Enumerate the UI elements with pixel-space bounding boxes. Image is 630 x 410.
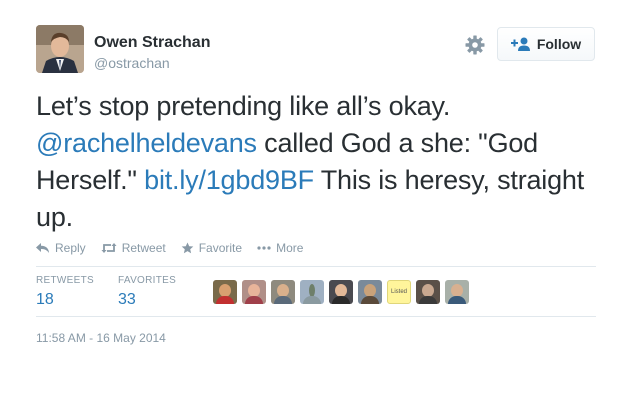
favorites-stat[interactable]: FAVORITES 33 [118,275,176,309]
follow-button-label: Follow [536,36,582,52]
retweet-button[interactable]: Retweet [101,241,166,255]
user-handle[interactable]: @ostrachan [94,55,170,71]
gear-icon[interactable] [464,34,486,56]
favoriter-avatar[interactable] [213,280,237,304]
divider [36,316,596,317]
divider [36,266,596,267]
display-name[interactable]: Owen Strachan [94,34,210,52]
tweet-text-part: Let’s stop pretending like all’s okay. [36,91,451,121]
reply-button[interactable]: Reply [36,241,86,255]
retweets-count[interactable]: 18 [36,291,94,309]
retweets-label: RETWEETS [36,275,94,286]
favoriter-avatar[interactable] [300,280,324,304]
more-button[interactable]: More [257,241,303,255]
reply-label: Reply [55,241,86,255]
favoriter-avatars: Listed [213,280,474,304]
reply-icon [36,243,49,253]
tweet-text: Let’s stop pretending like all’s okay. @… [36,88,596,236]
favoriter-avatar[interactable] [329,280,353,304]
tweet-actions: Reply Retweet Favorite More [36,240,318,256]
listed-label: Listed [390,289,407,295]
retweets-stat[interactable]: RETWEETS 18 [36,275,94,309]
more-icon [257,246,271,250]
url-link[interactable]: bit.ly/1gbd9BF [144,165,314,195]
more-label: More [276,241,304,255]
favorites-count[interactable]: 33 [118,291,176,309]
favoriter-avatar[interactable] [416,280,440,304]
favorites-label: FAVORITES [118,275,177,286]
add-user-icon [510,37,530,51]
avatar[interactable] [36,25,84,73]
star-icon [181,242,194,254]
mention-link[interactable]: @rachelheldevans [36,128,257,158]
retweet-icon [101,243,117,253]
favoriter-avatar[interactable] [242,280,266,304]
favorite-button[interactable]: Favorite [181,241,242,255]
avatar-image [36,25,84,73]
tweet-timestamp[interactable]: 11:58 AM - 16 May 2014 [36,331,166,345]
tweet-card: Owen Strachan @ostrachan Follow Let’s st… [0,0,630,410]
favoriter-avatar[interactable] [271,280,295,304]
follow-button[interactable]: Follow [497,27,595,61]
favorite-label: Favorite [198,241,243,255]
favoriter-avatar[interactable] [358,280,382,304]
retweet-label: Retweet [121,241,166,255]
favoriter-avatar[interactable] [445,280,469,304]
favoriter-avatar[interactable]: Listed [387,280,411,304]
